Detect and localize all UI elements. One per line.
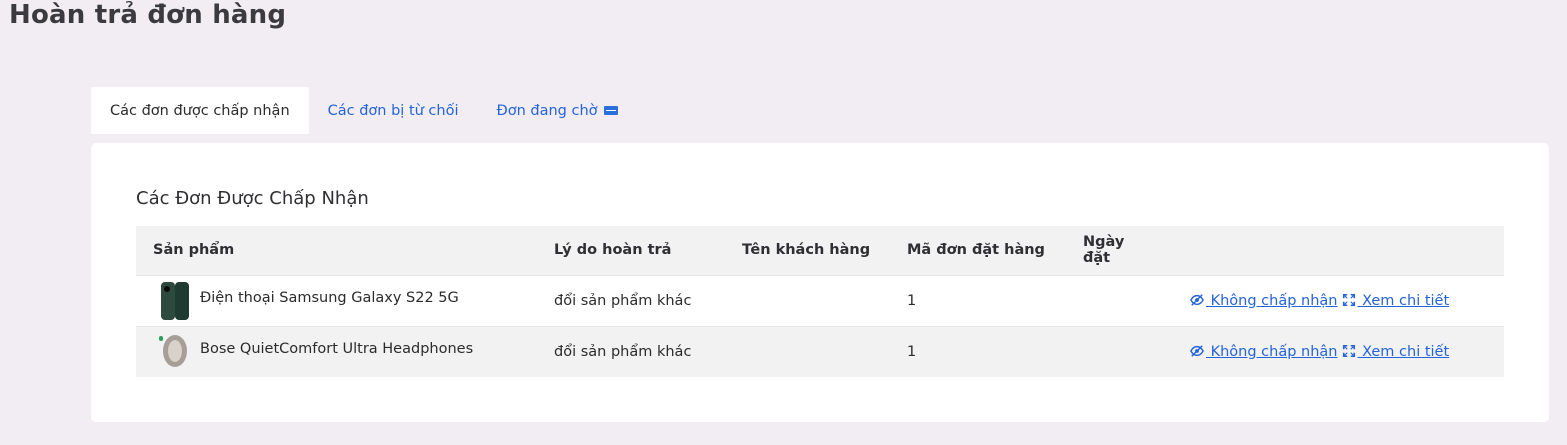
tab-accepted-label: Các đơn được chấp nhận [110, 102, 290, 119]
tab-rejected-label: Các đơn bị từ chối [327, 102, 459, 119]
actions-cell: Không chấp nhận Xem chi tiết [1173, 275, 1504, 326]
tab-pending[interactable]: Đơn đang chờ [478, 87, 637, 134]
product-thumbnail-phone [159, 281, 191, 320]
expand-icon [1342, 293, 1355, 306]
col-header-date: Ngày đặt [1083, 234, 1125, 267]
product-cell: Điện thoại Samsung Galaxy S22 5G [136, 275, 537, 326]
tab-accepted[interactable]: Các đơn được chấp nhận [91, 87, 309, 134]
table-header-row: Sản phẩm Lý do hoàn trả Tên khách hàng M… [136, 226, 1504, 275]
col-header-actions [1173, 226, 1504, 275]
col-header-product: Sản phẩm [153, 242, 235, 259]
view-detail-label: Xem chi tiết [1357, 292, 1450, 309]
product-thumbnail-headphones [159, 333, 191, 371]
eye-slash-icon [1190, 293, 1204, 306]
order-date [1066, 326, 1173, 377]
col-header-order-id: Mã đơn đặt hàng [907, 242, 1045, 259]
view-detail-button[interactable]: Xem chi tiết [1342, 292, 1450, 309]
customer-name [725, 275, 890, 326]
returns-table: Sản phẩm Lý do hoàn trả Tên khách hàng M… [136, 226, 1504, 377]
table-row: Bose QuietComfort Ultra Headphones đổi s… [136, 326, 1504, 377]
new-badge-icon [603, 106, 618, 115]
return-reason: đổi sản phẩm khác [554, 343, 692, 360]
reject-button[interactable]: Không chấp nhận [1190, 344, 1338, 360]
accepted-orders-card: Các Đơn Được Chấp Nhận Sản phẩm Lý do ho… [91, 143, 1549, 422]
reject-label: Không chấp nhận [1206, 343, 1338, 360]
tab-pending-label: Đơn đang chờ [496, 102, 598, 119]
actions-cell: Không chấp nhận Xem chi tiết [1173, 326, 1504, 377]
product-name: Điện thoại Samsung Galaxy S22 5G [200, 289, 459, 306]
customer-name [725, 326, 890, 377]
eye-slash-icon [1190, 345, 1204, 357]
product-name: Bose QuietComfort Ultra Headphones [200, 340, 474, 357]
card-title: Các Đơn Được Chấp Nhận [136, 188, 369, 209]
col-header-reason: Lý do hoàn trả [554, 242, 672, 259]
tab-bar: Các đơn được chấp nhận Các đơn bị từ chố… [91, 87, 637, 134]
order-date [1066, 275, 1173, 326]
view-detail-label: Xem chi tiết [1357, 343, 1450, 360]
order-id: 1 [907, 292, 917, 309]
reject-label: Không chấp nhận [1206, 292, 1338, 309]
page-title: Hoàn trả đơn hàng [9, 0, 287, 30]
table-row: Điện thoại Samsung Galaxy S22 5G đổi sản… [136, 275, 1504, 326]
expand-icon [1342, 344, 1355, 357]
tab-rejected[interactable]: Các đơn bị từ chối [309, 87, 478, 134]
order-id: 1 [907, 343, 917, 360]
col-header-customer: Tên khách hàng [742, 242, 871, 259]
view-detail-button[interactable]: Xem chi tiết [1342, 343, 1450, 360]
reject-button[interactable]: Không chấp nhận [1190, 293, 1338, 309]
return-reason: đổi sản phẩm khác [554, 292, 692, 309]
product-cell: Bose QuietComfort Ultra Headphones [136, 326, 537, 377]
